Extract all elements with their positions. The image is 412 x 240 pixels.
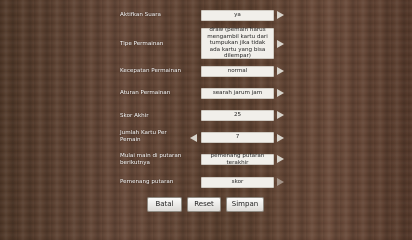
setting-label-round-winner: Pemenang putaran (120, 179, 174, 185)
setting-label-final-score: Skor Akhir (120, 113, 149, 119)
next-arrow-icon[interactable] (277, 89, 284, 97)
setting-value-game-type[interactable]: draw (pemain harus mengambil kartu dari … (201, 27, 274, 59)
save-button[interactable]: Simpan (226, 197, 264, 212)
cancel-button[interactable]: Batal (147, 197, 182, 212)
next-arrow-icon[interactable] (277, 111, 284, 119)
setting-value-round-winner[interactable]: skor (201, 177, 274, 188)
next-arrow-icon[interactable] (277, 178, 284, 186)
setting-label-next-round-starter: Mulai main di putaran berikutnya (120, 153, 182, 166)
prev-arrow-icon[interactable] (190, 134, 197, 142)
setting-value-next-round-starter[interactable]: pemenang putaran terakhir (201, 153, 274, 166)
next-arrow-icon[interactable] (277, 67, 284, 75)
setting-value-sound[interactable]: ya (201, 10, 274, 21)
reset-button[interactable]: Reset (187, 197, 221, 212)
setting-value-rules[interactable]: searah jarum jam (201, 88, 274, 99)
setting-value-speed[interactable]: normal (201, 66, 274, 77)
setting-value-final-score[interactable]: 25 (201, 110, 274, 121)
setting-label-sound: Aktifkan Suara (120, 12, 161, 18)
next-arrow-icon[interactable] (277, 134, 284, 142)
setting-label-speed: Kecepatan Permainan (120, 68, 182, 74)
setting-label-rules: Aturan Permainan (120, 90, 171, 96)
setting-value-cards-per-player[interactable]: 7 (201, 132, 274, 143)
next-arrow-icon[interactable] (277, 40, 284, 48)
setting-label-game-type: Tipe Permainan (120, 41, 164, 47)
next-arrow-icon[interactable] (277, 11, 284, 19)
setting-label-cards-per-player: Jumlah Kartu Per Pemain (120, 130, 167, 143)
next-arrow-icon[interactable] (277, 155, 284, 163)
